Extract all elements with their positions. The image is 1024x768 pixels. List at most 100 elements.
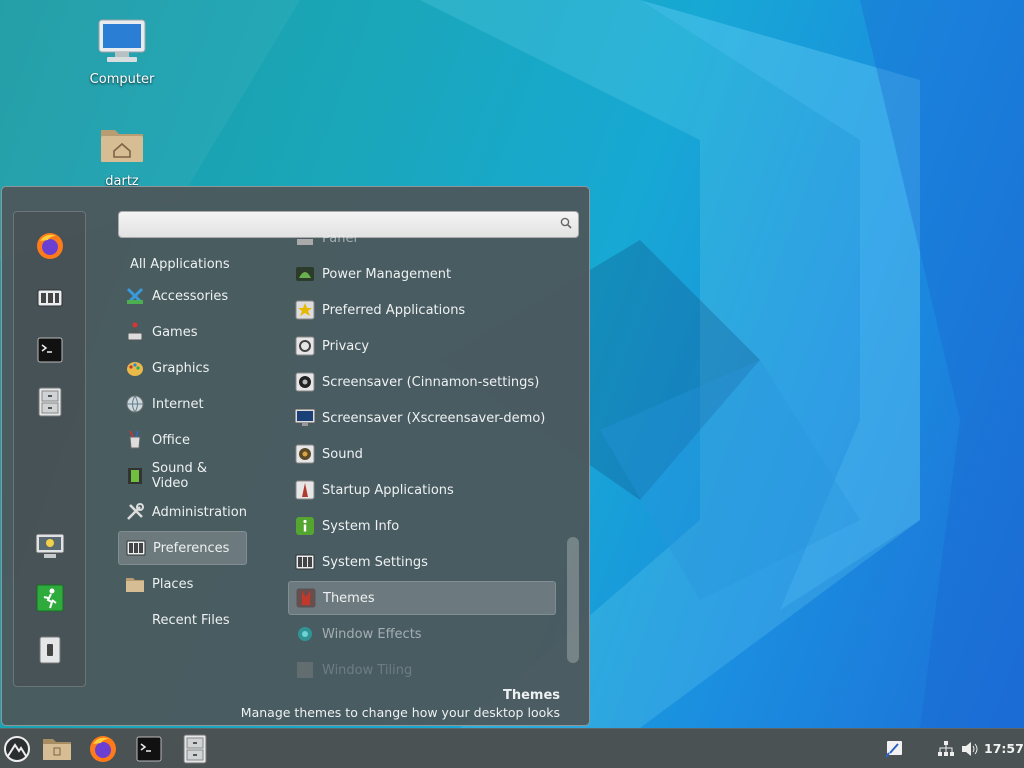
firefox-launcher[interactable] [87,733,119,765]
category-label: Administration [151,504,247,520]
computer-icon [82,18,162,68]
category-label: Accessories [152,288,229,304]
graphics-icon [124,357,146,379]
lock-screen-icon [35,533,65,558]
privacy-icon [294,335,316,357]
volume-icon [962,742,978,756]
search-input[interactable] [118,211,579,238]
app-preferred-applications[interactable]: Preferred Applications [288,293,556,327]
games-icon [124,321,146,343]
category-label: Recent Files [152,612,230,628]
category-label: Office [152,432,190,448]
category-all-applications[interactable]: All Applications [118,247,247,281]
selected-app-description: Manage themes to change how your desktop… [240,705,560,720]
app-system-settings[interactable]: System Settings [288,545,556,579]
app-window-tiling[interactable]: Window Tiling [288,653,556,687]
lock-screen-button[interactable] [34,530,66,562]
app-label: Sound [322,446,363,462]
category-administration[interactable]: Administration [118,495,247,529]
screensaver-icon [294,371,316,393]
category-recent-files[interactable]: Recent Files [118,603,247,637]
file-manager-launcher[interactable] [41,733,73,765]
category-label: Graphics [152,360,210,376]
shutdown-icon [39,636,61,664]
category-graphics[interactable]: Graphics [118,351,247,385]
app-label: Privacy [322,338,370,354]
app-screensaver-cinnamon[interactable]: Screensaver (Cinnamon-settings) [288,365,556,399]
app-privacy[interactable]: Privacy [288,329,556,363]
app-label: Screensaver (Xscreensaver-demo) [322,410,546,426]
applications-list: Panel Power Management Preferred Applica… [288,235,558,695]
accessibility-icon [885,741,902,758]
favorites-sidebar [13,211,86,687]
app-sound[interactable]: Sound [288,437,556,471]
administration-icon [124,501,146,523]
clock[interactable]: 17:57 [984,741,1024,756]
category-sound-video[interactable]: Sound & Video [118,459,247,493]
app-label: Screensaver (Cinnamon-settings) [322,374,540,390]
app-label: Panel [322,235,358,246]
system-settings-icon [37,289,63,307]
category-office[interactable]: Office [118,423,247,457]
sound-icon [294,443,316,465]
panel-icon [294,235,316,249]
category-games[interactable]: Games [118,315,247,349]
category-places[interactable]: Places [118,567,247,601]
internet-icon [124,393,146,415]
file-cabinet-icon [38,387,62,417]
terminal-icon [37,337,63,363]
desktop-icon-home[interactable]: dartz [82,122,162,189]
app-panel[interactable]: Panel [288,235,556,255]
system-settings-icon [294,551,316,573]
favorite-terminal[interactable] [34,334,66,366]
category-accessories[interactable]: Accessories [118,279,247,313]
category-label: All Applications [130,256,230,272]
firefox-icon [37,233,63,259]
startup-apps-icon [294,479,316,501]
menu-button[interactable] [1,733,33,765]
file-cabinet-icon [183,734,207,764]
category-label: Sound & Video [151,461,208,491]
accessibility-tray-button[interactable] [878,733,910,765]
file-cabinet-launcher[interactable] [179,733,211,765]
terminal-launcher[interactable] [133,733,165,765]
app-screensaver-xscreensaver[interactable]: Screensaver (Xscreensaver-demo) [288,401,556,435]
desktop-icon-computer[interactable]: Computer [82,18,162,87]
category-internet[interactable]: Internet [118,387,247,421]
volume-tray-button[interactable] [953,733,985,765]
category-preferences[interactable]: Preferences [118,531,247,565]
app-list-scrollbar[interactable] [567,537,579,663]
app-label: Power Management [322,266,452,282]
app-label: System Settings [322,554,428,570]
accessories-icon [124,285,146,307]
terminal-icon [136,736,162,762]
menu-icon [4,736,30,762]
app-power-management[interactable]: Power Management [288,257,556,291]
category-label: Preferences [153,540,230,556]
app-label: Themes [323,590,375,606]
favorite-file-cabinet[interactable] [34,386,66,418]
favorite-system-settings[interactable] [34,282,66,314]
app-themes[interactable]: Themes [288,581,556,615]
app-label: Startup Applications [322,482,454,498]
logout-button[interactable] [34,582,66,614]
search-icon [560,217,572,233]
themes-icon [295,587,317,609]
office-icon [124,429,146,451]
firefox-icon [90,736,116,762]
app-startup-applications[interactable]: Startup Applications [288,473,556,507]
app-label: Window Effects [322,626,422,642]
favorite-firefox[interactable] [34,230,66,262]
app-system-info[interactable]: System Info [288,509,556,543]
selected-app-title: Themes [502,688,560,703]
bottom-panel: 17:57 [0,728,1024,768]
app-label: Preferred Applications [322,302,466,318]
shutdown-button[interactable] [34,634,66,666]
window-tiling-icon [294,659,316,681]
window-effects-icon [294,623,316,645]
app-label: System Info [322,518,400,534]
app-label: Window Tiling [322,662,413,678]
app-window-effects[interactable]: Window Effects [288,617,556,651]
application-menu: All Applications Accessories Games Graph… [1,186,590,726]
sound-video-icon [124,465,146,487]
